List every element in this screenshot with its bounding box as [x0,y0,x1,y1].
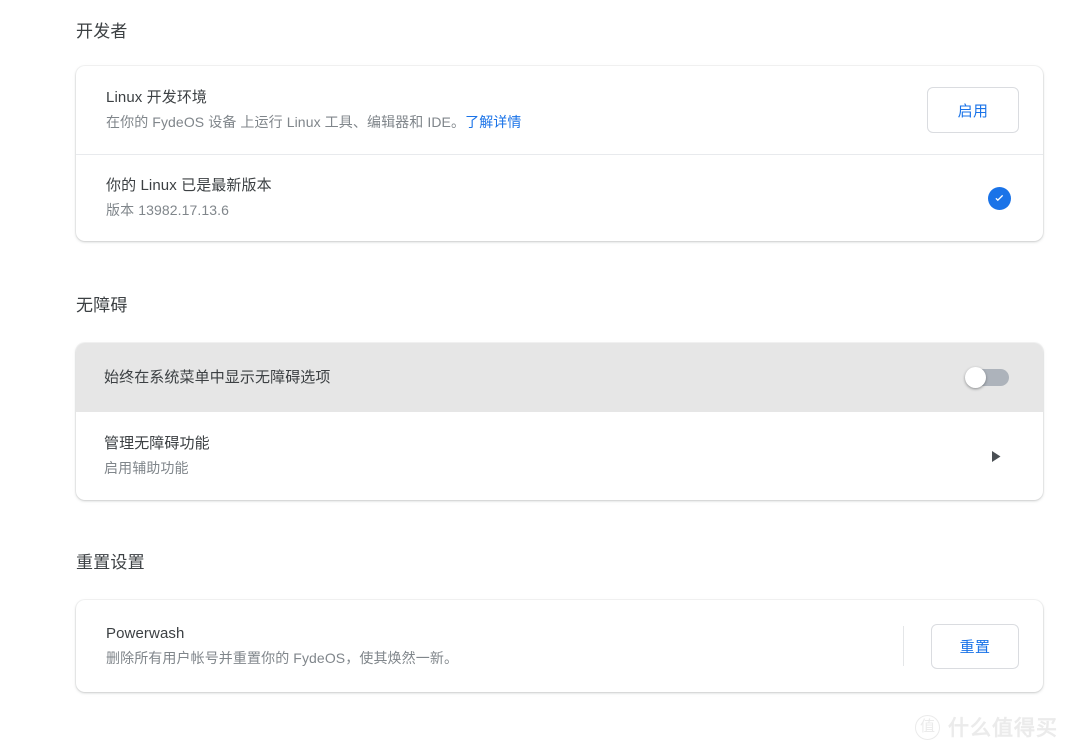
row-manage-accessibility[interactable]: 管理无障碍功能 启用辅助功能 [76,412,1043,500]
linux-version-title: 你的 Linux 已是最新版本 [106,177,272,194]
manage-accessibility-subtitle: 启用辅助功能 [104,460,189,476]
learn-more-link[interactable]: 了解详情 [465,114,521,130]
row-powerwash[interactable]: Powerwash 删除所有用户帐号并重置你的 FydeOS，使其焕然一新。 重… [76,600,1043,692]
accessibility-card: 始终在系统菜单中显示无障碍选项 管理无障碍功能 启用辅助功能 [76,343,1043,500]
check-circle-icon [988,186,1011,210]
row-text-group: Powerwash 删除所有用户帐号并重置你的 FydeOS，使其焕然一新。 [106,623,903,669]
triangle-right-icon[interactable] [988,448,1004,464]
toggle-knob [965,367,986,388]
section-title-developer: 开发者 [76,22,128,41]
row-text-group: 管理无障碍功能 启用辅助功能 [104,433,988,479]
row-linux-version: 你的 Linux 已是最新版本 版本 13982.17.13.6 [76,154,1043,241]
row-text-group: Linux 开发环境 在你的 FydeOS 设备 上运行 Linux 工具、编辑… [106,87,927,133]
watermark-badge-icon: 值 [915,714,940,740]
row-text-group: 你的 Linux 已是最新版本 版本 13982.17.13.6 [106,175,988,221]
section-title-accessibility: 无障碍 [76,296,128,315]
developer-card: Linux 开发环境 在你的 FydeOS 设备 上运行 Linux 工具、编辑… [76,66,1043,241]
show-accessibility-toggle[interactable] [965,367,1009,388]
row-linux-development-environment[interactable]: Linux 开发环境 在你的 FydeOS 设备 上运行 Linux 工具、编辑… [76,66,1043,154]
settings-page: 开发者 Linux 开发环境 在你的 FydeOS 设备 上运行 Linux 工… [0,0,1080,754]
manage-accessibility-title: 管理无障碍功能 [104,435,210,452]
powerwash-subtitle: 删除所有用户帐号并重置你的 FydeOS，使其焕然一新。 [106,650,459,666]
linux-env-title: Linux 开发环境 [106,89,208,106]
linux-env-subtitle-text: 在你的 FydeOS 设备 上运行 Linux 工具、编辑器和 IDE。 [106,114,466,130]
powerwash-title: Powerwash [106,625,185,642]
enable-linux-button[interactable]: 启用 [927,87,1019,133]
linux-env-subtitle: 在你的 FydeOS 设备 上运行 Linux 工具、编辑器和 IDE。了解详情 [106,111,927,133]
powerwash-reset-button[interactable]: 重置 [931,623,1019,669]
vertical-divider [903,626,904,666]
watermark-text: 什么值得买 [948,717,1058,740]
section-title-reset: 重置设置 [76,553,145,572]
row-text-group: 始终在系统菜单中显示无障碍选项 [104,367,965,389]
show-accessibility-title: 始终在系统菜单中显示无障碍选项 [104,368,331,386]
watermark: 值 什么值得买 [915,712,1058,742]
reset-card: Powerwash 删除所有用户帐号并重置你的 FydeOS，使其焕然一新。 重… [76,600,1043,692]
linux-version-subtitle: 版本 13982.17.13.6 [106,202,230,218]
row-show-accessibility-in-menu[interactable]: 始终在系统菜单中显示无障碍选项 [76,343,1043,412]
